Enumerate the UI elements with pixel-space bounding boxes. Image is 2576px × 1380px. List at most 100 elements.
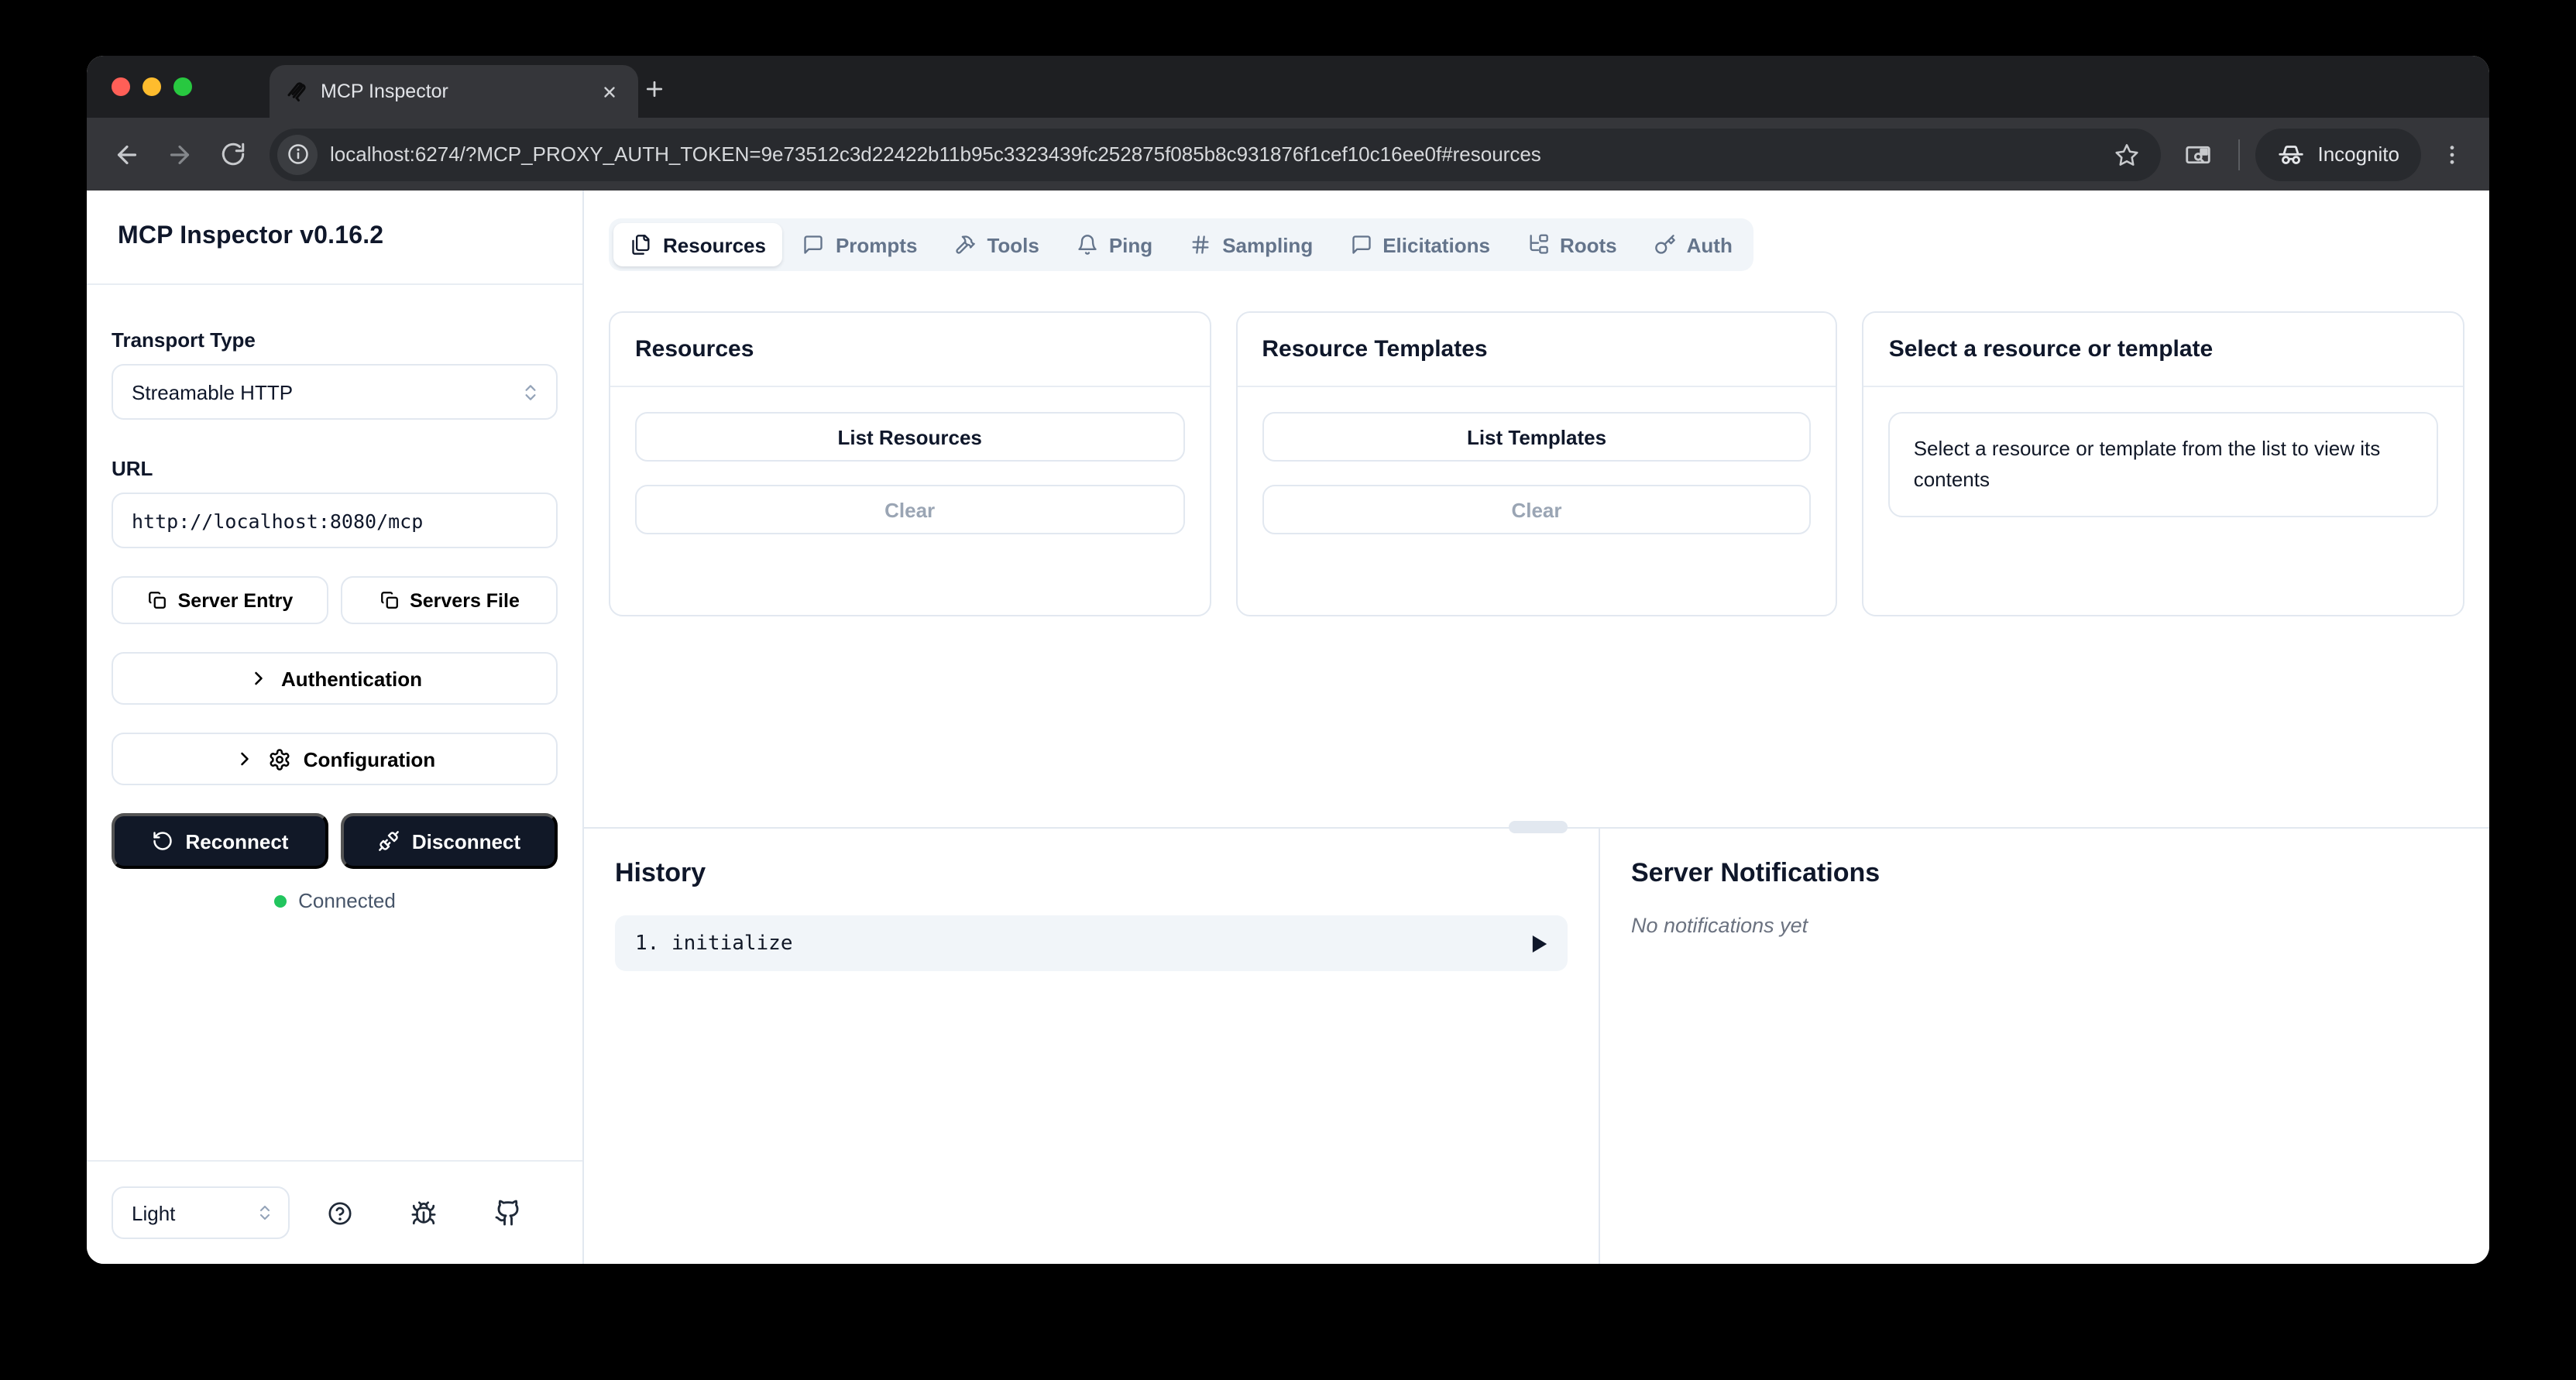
key-icon (1654, 234, 1676, 256)
tab-label: Roots (1559, 233, 1617, 256)
toolbar-divider (2238, 139, 2241, 170)
notifications-title: Server Notifications (1631, 858, 1880, 887)
resources-card: Resources List Resources Clear (609, 311, 1211, 616)
tab-label: Elicitations (1382, 233, 1490, 256)
reload-button[interactable] (208, 129, 257, 179)
desktop: MCP Inspector localhost:6274/?MCP_PROXY_… (0, 0, 2576, 1380)
chevron-right-icon (247, 668, 269, 689)
notifications-empty-text: No notifications yet (1631, 914, 1808, 937)
sidebar-header: MCP Inspector v0.16.2 (87, 191, 582, 285)
github-icon[interactable] (474, 1199, 542, 1227)
authentication-label: Authentication (281, 667, 422, 690)
configuration-toggle[interactable]: Configuration (112, 733, 558, 785)
connection-status: Connected (112, 889, 558, 912)
tab-tools[interactable]: Tools (937, 223, 1056, 266)
tab-close-icon[interactable] (595, 77, 623, 105)
url-text[interactable]: localhost:6274/?MCP_PROXY_AUTH_TOKEN=9e7… (330, 142, 2108, 166)
help-icon[interactable] (306, 1200, 374, 1226)
tab-label: Resources (663, 233, 766, 256)
history-item[interactable]: 1. initialize (615, 915, 1568, 971)
sidebar-footer: Light (87, 1160, 582, 1264)
servers-file-button[interactable]: Servers File (341, 576, 558, 624)
tab-label: Prompts (835, 233, 918, 256)
tab-label: Tools (987, 233, 1039, 256)
sidebar: MCP Inspector v0.16.2 Transport Type Str… (87, 191, 584, 1264)
resources-view: Resources Prompts Tools Ping Sampling El… (584, 191, 2489, 827)
clear-resources-button[interactable]: Clear (635, 485, 1185, 534)
server-url-input[interactable]: http://localhost:8080/mcp (112, 493, 558, 548)
unplug-icon (378, 830, 400, 852)
resources-card-title: Resources (635, 336, 754, 362)
disconnect-button[interactable]: Disconnect (341, 813, 558, 869)
tree-icon (1527, 234, 1549, 256)
theme-select[interactable]: Light (112, 1186, 290, 1239)
browser-window: MCP Inspector localhost:6274/?MCP_PROXY_… (87, 56, 2489, 1264)
disconnect-label: Disconnect (411, 829, 521, 853)
configuration-label: Configuration (303, 747, 436, 771)
status-dot (273, 894, 287, 907)
incognito-badge: Incognito (2255, 128, 2421, 180)
detail-card-title: Select a resource or template (1888, 336, 2214, 362)
theme-value: Light (132, 1201, 176, 1224)
gear-icon (268, 747, 291, 771)
tab-roots[interactable]: Roots (1510, 223, 1634, 266)
transport-type-label: Transport Type (112, 328, 256, 352)
clear-templates-button[interactable]: Clear (1262, 485, 1812, 534)
reconnect-button[interactable]: Reconnect (112, 813, 328, 869)
tab-label: Ping (1108, 233, 1153, 256)
server-entry-label: Server Entry (177, 589, 294, 611)
resource-detail-card: Select a resource or template Select a r… (1862, 311, 2465, 616)
side-panel-search-icon[interactable] (2173, 129, 2223, 179)
reconnect-label: Reconnect (185, 829, 289, 853)
history-panel: History 1. initialize (584, 829, 1600, 1264)
transport-type-value: Streamable HTTP (132, 380, 294, 403)
bookmark-star-icon[interactable] (2108, 136, 2145, 173)
authentication-toggle[interactable]: Authentication (112, 652, 558, 705)
horizontal-splitter[interactable] (584, 821, 2489, 833)
browser-tabstrip: MCP Inspector (87, 56, 2489, 118)
rotate-ccw-icon (152, 830, 173, 852)
browser-toolbar: localhost:6274/?MCP_PROXY_AUTH_TOKEN=9e7… (87, 118, 2489, 191)
list-resources-button[interactable]: List Resources (635, 412, 1185, 462)
tab-resources[interactable]: Resources (613, 223, 783, 266)
resource-templates-card: Resource Templates List Templates Clear (1235, 311, 1838, 616)
tab-prompts[interactable]: Prompts (786, 223, 934, 266)
server-notifications-panel: Server Notifications No notifications ye… (1600, 829, 2489, 1264)
templates-card-title: Resource Templates (1262, 336, 1488, 362)
detail-placeholder: Select a resource or template from the l… (1888, 412, 2439, 518)
tab-sampling[interactable]: Sampling (1173, 223, 1330, 266)
tab-elicitations[interactable]: Elicitations (1333, 223, 1507, 266)
tab-title: MCP Inspector (321, 81, 448, 102)
status-label: Connected (298, 889, 396, 912)
bell-icon (1077, 234, 1098, 256)
tab-auth[interactable]: Auth (1637, 223, 1750, 266)
list-templates-button[interactable]: List Templates (1262, 412, 1812, 462)
bug-icon[interactable] (390, 1200, 458, 1226)
sidebar-body: Transport Type Streamable HTTP URL http:… (87, 285, 582, 1160)
tab-label: Sampling (1222, 233, 1314, 256)
new-tab-button[interactable] (632, 67, 675, 110)
browser-menu-icon[interactable] (2430, 132, 2474, 176)
back-button[interactable] (102, 129, 152, 179)
site-info-icon[interactable] (277, 134, 318, 174)
zoom-window-button[interactable] (173, 77, 192, 96)
forward-button[interactable] (155, 129, 204, 179)
hammer-icon (954, 234, 976, 256)
history-item-text: 1. initialize (635, 932, 793, 955)
minimize-window-button[interactable] (143, 77, 161, 96)
tab-ping[interactable]: Ping (1060, 223, 1170, 266)
splitter-drag-handle[interactable] (1509, 821, 1568, 833)
main-area: Resources Prompts Tools Ping Sampling El… (584, 191, 2489, 1264)
tab-label: Auth (1686, 233, 1733, 256)
address-bar[interactable]: localhost:6274/?MCP_PROXY_AUTH_TOKEN=9e7… (270, 128, 2162, 180)
url-label: URL (112, 457, 153, 480)
server-entry-button[interactable]: Server Entry (112, 576, 328, 624)
close-window-button[interactable] (112, 77, 130, 96)
transport-type-select[interactable]: Streamable HTTP (112, 364, 558, 420)
expand-play-icon (1532, 935, 1547, 952)
app-title: MCP Inspector v0.16.2 (118, 223, 384, 249)
chevrons-up-down-icon (256, 1203, 274, 1222)
chevrons-up-down-icon (520, 382, 541, 402)
browser-tab[interactable]: MCP Inspector (270, 65, 638, 118)
message-square-icon (1350, 234, 1372, 256)
